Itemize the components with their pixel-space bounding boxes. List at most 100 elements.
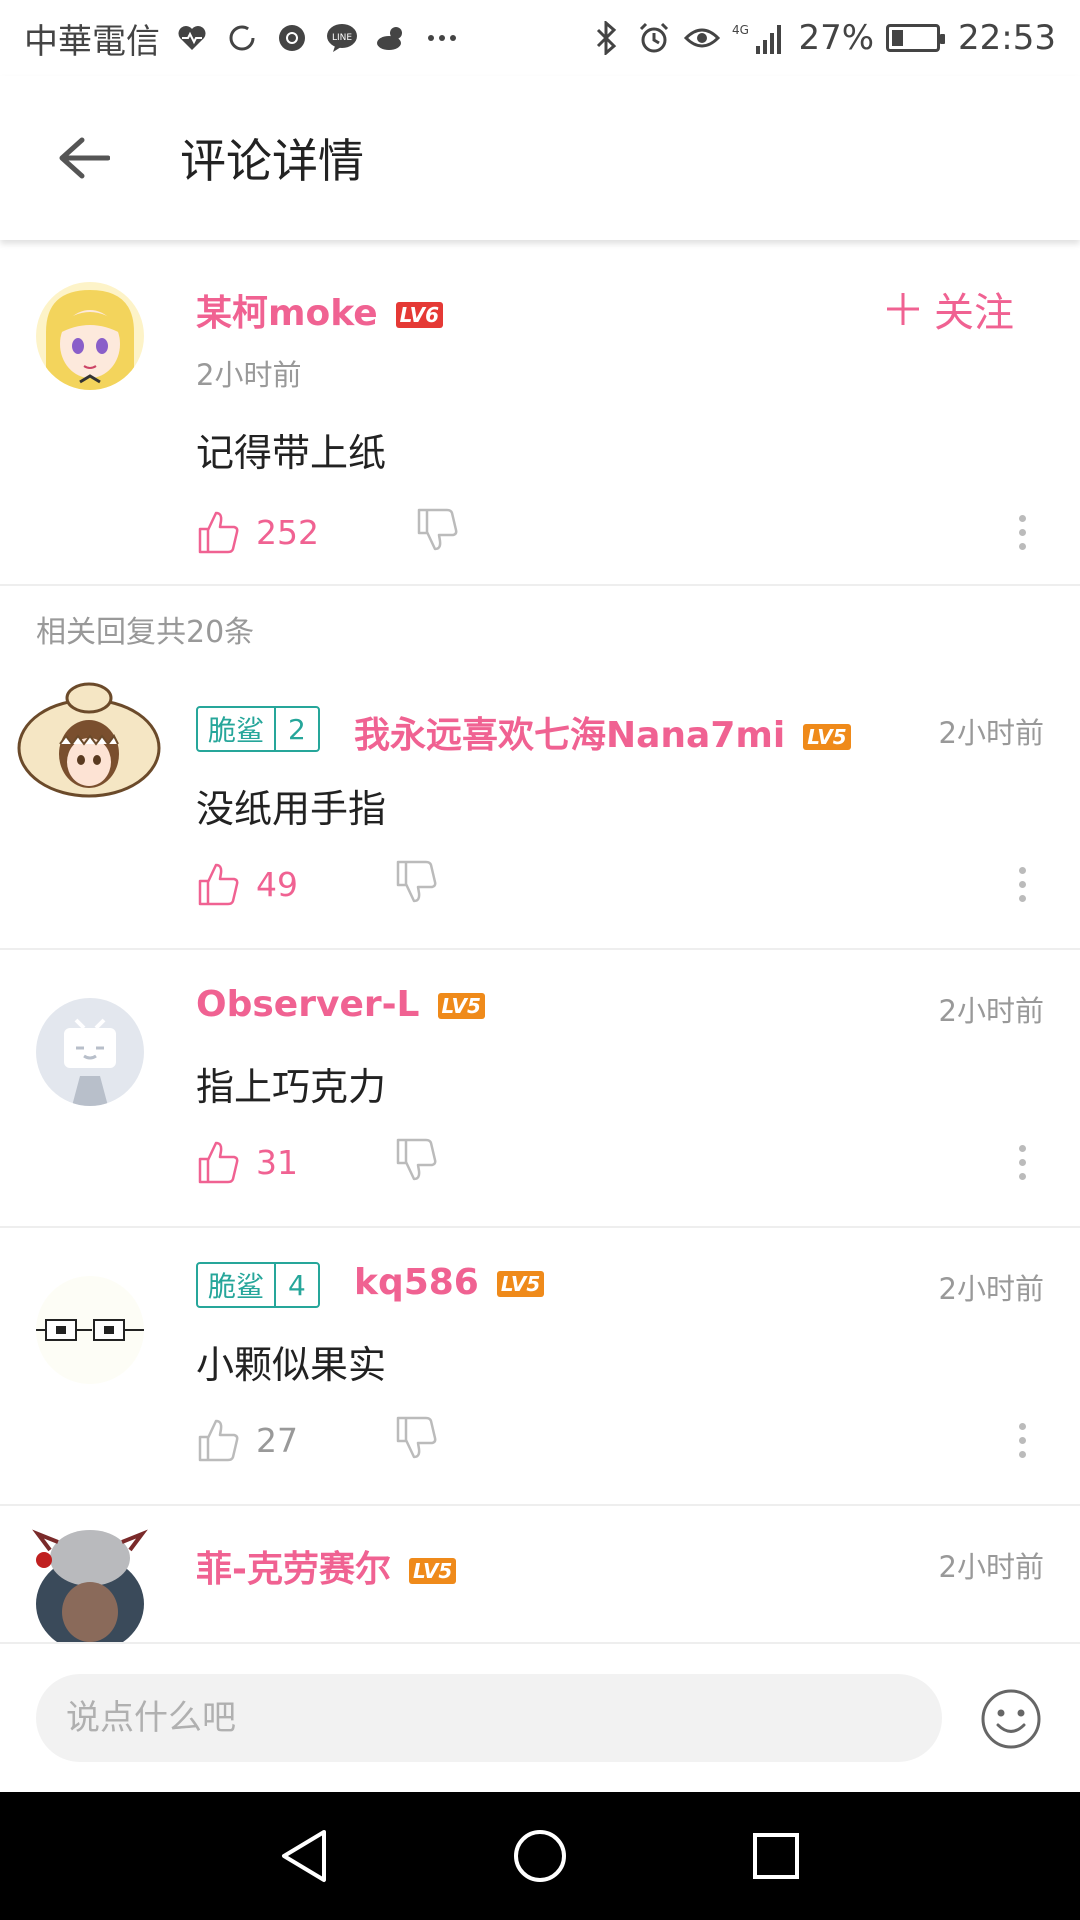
reply-time: 2小时前 [938, 1272, 1044, 1306]
thumb-up-icon [198, 1419, 239, 1462]
square-recents-icon [753, 1833, 799, 1879]
avatar[interactable] [36, 998, 144, 1106]
emoji-button[interactable] [980, 1688, 1042, 1750]
like-count: 31 [256, 1142, 298, 1182]
medal-name: 脆鲨 [208, 1270, 265, 1303]
battery-percent: 27% [798, 18, 875, 58]
level-badge: LV5 [437, 993, 485, 1019]
username[interactable]: 菲-克劳赛尔 LV5 [196, 1540, 457, 1592]
username-text: 某柯moke [196, 293, 378, 334]
level-badge: LV5 [803, 724, 851, 750]
smiley-icon [981, 1689, 1041, 1749]
main-comment: 某柯moke LV6 关注 2小时前 记得带上纸 252 [0, 240, 1080, 586]
system-nav-bar [0, 1792, 1080, 1920]
reply-time: 2小时前 [938, 716, 1044, 750]
thumb-up-icon [198, 863, 239, 906]
network-label: 4G [732, 23, 749, 37]
username[interactable]: kq586 LV5 [354, 1262, 545, 1303]
like-count: 49 [256, 864, 298, 904]
more-options-button[interactable] [1012, 1410, 1032, 1470]
battery-icon [886, 24, 946, 52]
battery-fill [892, 30, 904, 46]
reply-actions: 31 [196, 1132, 438, 1192]
username[interactable]: Observer-L LV5 [196, 984, 485, 1025]
status-bar: 中華電信 LINE 4G 27% 22:53 [0, 0, 1080, 76]
reply-text: 没纸用手指 [196, 787, 387, 831]
alarm-icon [636, 20, 672, 56]
heartbeat-icon [174, 20, 210, 56]
page-title: 评论详情 [180, 134, 364, 188]
dislike-button[interactable] [394, 1415, 438, 1465]
nav-recents-button[interactable] [716, 1796, 836, 1916]
dislike-button[interactable] [394, 1137, 438, 1187]
thumb-down-icon [417, 508, 458, 551]
like-button[interactable]: 27 [196, 1417, 298, 1463]
username[interactable]: 某柯moke LV6 [196, 284, 444, 336]
avatar[interactable] [24, 1520, 156, 1642]
fan-medal[interactable]: 脆鲨 4 [196, 1262, 320, 1308]
svg-text:LINE: LINE [332, 33, 352, 43]
plus-icon [887, 293, 919, 325]
reply-text: 小颗似果实 [196, 1343, 387, 1387]
comment-input[interactable] [36, 1674, 942, 1762]
like-count: 27 [256, 1420, 298, 1460]
dislike-button[interactable] [415, 507, 459, 557]
eye-icon [684, 20, 721, 56]
like-button[interactable]: 252 [196, 509, 319, 555]
reply-actions: 27 [196, 1410, 438, 1470]
avatar[interactable] [16, 678, 162, 798]
weather-icon [374, 20, 410, 56]
comment-time: 2小时前 [196, 358, 302, 392]
avatar[interactable] [36, 282, 144, 390]
more-options-button[interactable] [1012, 502, 1032, 562]
reply-item: Observer-L LV5 2小时前 指上巧克力 31 [0, 950, 1080, 1228]
username-text: 菲-克劳赛尔 [196, 1549, 391, 1590]
replies-count-header: 相关回复共20条 [36, 615, 255, 650]
thumb-down-icon [396, 1416, 437, 1459]
follow-button[interactable]: 关注 [884, 280, 1014, 338]
dislike-button[interactable] [394, 859, 438, 909]
level-badge: LV5 [496, 1271, 545, 1297]
triangle-back-icon [282, 1830, 326, 1882]
clock: 22:53 [958, 18, 1056, 58]
username-text: Observer-L [196, 984, 420, 1025]
thumb-down-icon [396, 1138, 437, 1181]
follow-label: 关注 [934, 290, 1014, 336]
reply-time: 2小时前 [938, 994, 1044, 1028]
medal-level: 4 [274, 1264, 318, 1306]
reply-actions: 49 [196, 854, 438, 914]
reply-time: 2小时前 [938, 1550, 1044, 1584]
medal-name: 脆鲨 [208, 714, 265, 747]
back-button[interactable] [34, 108, 134, 208]
level-badge: LV5 [408, 1558, 457, 1584]
more-options-button[interactable] [1012, 854, 1032, 914]
reply-text: 指上巧克力 [196, 1065, 387, 1109]
comment-detail-list[interactable]: 某柯moke LV6 关注 2小时前 记得带上纸 252 相关回复共20条 脆鲨 2 [0, 240, 1080, 1642]
username-text: kq586 [354, 1262, 479, 1303]
reply-item: 脆鲨 2 我永远喜欢七海Nana7mi LV5 2小时前 没纸用手指 49 [0, 672, 1080, 950]
signal-icon: 4G [732, 20, 786, 56]
nav-home-button[interactable] [480, 1796, 600, 1916]
avatar[interactable] [36, 1276, 144, 1384]
back-arrow-icon [59, 137, 110, 179]
thumb-up-icon [198, 511, 239, 554]
username[interactable]: 我永远喜欢七海Nana7mi LV5 [354, 706, 851, 758]
line-icon: LINE [324, 20, 360, 56]
top-app-bar: 评论详情 [0, 76, 1080, 240]
sync-icon [224, 20, 260, 56]
thumb-up-icon [198, 1141, 239, 1184]
level-badge: LV6 [395, 302, 444, 328]
more-options-button[interactable] [1012, 1132, 1032, 1192]
thumb-down-icon [396, 860, 437, 903]
nav-back-button[interactable] [244, 1796, 364, 1916]
comment-text: 记得带上纸 [196, 431, 387, 475]
more-icon [424, 20, 460, 56]
like-button[interactable]: 49 [196, 861, 298, 907]
medal-level: 2 [274, 708, 318, 750]
comment-input-bar [0, 1642, 1080, 1792]
circle-home-icon [514, 1830, 566, 1882]
reply-item: 菲-克劳赛尔 LV5 2小时前 [0, 1506, 1080, 1642]
comment-actions: 252 [196, 502, 459, 562]
like-button[interactable]: 31 [196, 1139, 298, 1185]
fan-medal[interactable]: 脆鲨 2 [196, 706, 320, 752]
